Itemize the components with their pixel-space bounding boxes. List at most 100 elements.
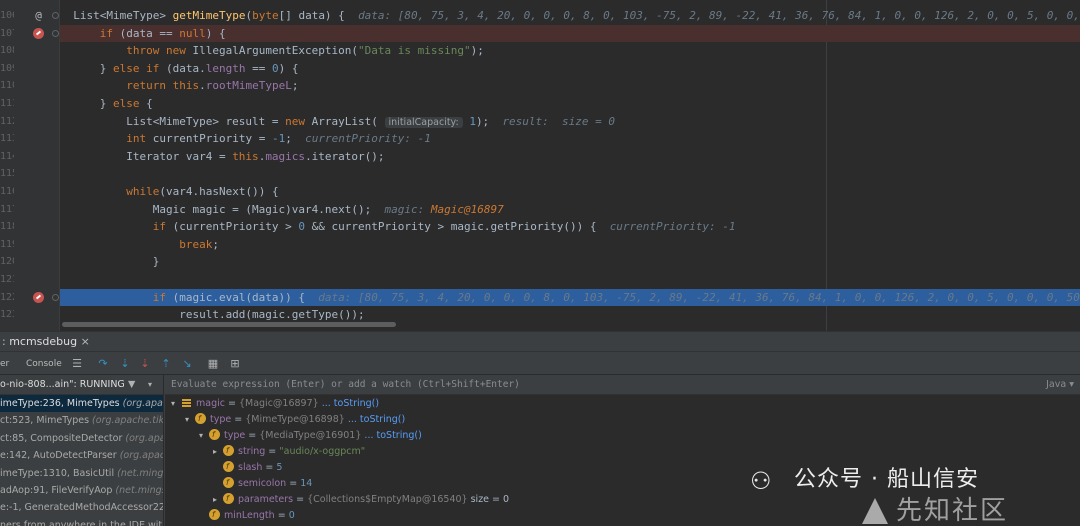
step-into-icon[interactable]: ⇣	[118, 357, 132, 371]
to-string-link[interactable]: ... toString()	[322, 398, 379, 409]
code-line[interactable]: Magic magic = (Magic)var4.next(); magic:…	[60, 201, 1080, 219]
code-token: Magic magic = (Magic)var4.next();	[60, 202, 385, 216]
expand-arrow-icon[interactable]: ▸	[213, 444, 223, 460]
session-name[interactable]: mcmsdebug	[9, 335, 77, 348]
code-token: && currentPriority > magic.getPriority()…	[305, 220, 610, 234]
expand-arrow-icon[interactable]: ▾	[171, 396, 181, 412]
stack-frame[interactable]: ct:523, MimeTypes (org.apache.tika	[0, 412, 163, 429]
gutter-line[interactable]: 109	[0, 60, 60, 78]
gutter-line[interactable]: 120	[0, 253, 60, 271]
gutter-line[interactable]: 112	[0, 113, 60, 131]
thread-selector[interactable]: o-nio-808...ain": RUNNING ▼ ▾	[0, 375, 163, 395]
gutter-line[interactable]: 118	[0, 218, 60, 236]
code-line[interactable]: return this.rootMimeTypeL;	[60, 77, 1080, 95]
dropdown-icon[interactable]: ▾	[148, 375, 152, 395]
restore-layout-icon[interactable]: ⊞	[228, 357, 242, 371]
layout-icon[interactable]: ☰	[70, 357, 84, 371]
line-number: 106	[0, 10, 14, 21]
gutter-line[interactable]: 119	[0, 236, 60, 254]
code-line[interactable]: Iterator var4 = this.magics.iterator();	[60, 148, 1080, 166]
force-step-into-icon[interactable]: ⇣	[138, 357, 152, 371]
variable-row[interactable]: ▾ type = {MediaType@16901} ... toString()	[199, 427, 422, 444]
stack-frame[interactable]: adAop:91, FileVerifyAop (net.mings	[0, 482, 163, 499]
code-line[interactable]	[60, 271, 1080, 289]
gutter-line[interactable]: 123	[0, 306, 60, 324]
variable-row[interactable]: ▸ string = "audio/x-oggpcm"	[213, 443, 366, 460]
to-string-link[interactable]: ... toString()	[348, 414, 405, 425]
gutter-line[interactable]: 116	[0, 183, 60, 201]
code-token: Iterator var4 =	[60, 149, 233, 163]
filter-icon[interactable]: ▼	[128, 375, 135, 395]
frame-class: (org.apa	[122, 398, 163, 409]
fold-icon[interactable]	[52, 12, 59, 19]
stack-frame[interactable]: imeType:1310, BasicUtil (net.mings	[0, 465, 163, 482]
gutter-line[interactable]: 107	[0, 25, 60, 43]
stack-frame[interactable]: imeType:236, MimeTypes (org.apa	[0, 395, 163, 413]
code-token: (magic.eval(data)) {	[165, 290, 319, 304]
stack-frame[interactable]: e:142, AutoDetectParser (org.apach	[0, 447, 163, 464]
gutter-line[interactable]: 108	[0, 42, 60, 60]
frame-class: (org.apach	[119, 450, 163, 462]
stack-frame[interactable]: e:-1, GeneratedMethodAccessor22	[0, 499, 163, 516]
code-line[interactable]: }	[60, 253, 1080, 271]
gutter-line[interactable]: 122	[0, 289, 60, 307]
gutter-line[interactable]: 113	[0, 130, 60, 148]
line-gutter[interactable]: 106 @107 108 109 110 111 112 113 114 115 116 117 118…	[0, 0, 60, 331]
variable-row[interactable]: slash = 5	[213, 459, 282, 476]
code-line[interactable]	[60, 165, 1080, 183]
breakpoint-icon[interactable]	[33, 27, 44, 39]
evaluate-expression-input[interactable]: Evaluate expression (Enter) or add a wat…	[165, 375, 1080, 395]
language-selector[interactable]: Java ▾	[1046, 375, 1074, 395]
step-out-icon[interactable]: ⇡	[159, 357, 173, 371]
current-execution-line[interactable]: if (magic.eval(data)) { data: [80, 75, 3…	[60, 288, 1080, 307]
at-icon[interactable]: @	[33, 10, 44, 21]
gutter-line[interactable]: 110	[0, 77, 60, 95]
run-to-cursor-icon[interactable]: ↘	[180, 357, 194, 371]
code-line[interactable]: } else {	[60, 95, 1080, 113]
breakpoint-line[interactable]: if (data == null) {	[60, 24, 1080, 43]
code-token: }	[60, 97, 113, 110]
code-token: currentPriority =	[152, 132, 272, 146]
to-string-link[interactable]: ... toString()	[364, 430, 421, 441]
evaluate-icon[interactable]: ▦	[206, 357, 220, 371]
code-line[interactable]: int currentPriority = -1; currentPriorit…	[60, 130, 1080, 148]
gutter-line[interactable]: 111	[0, 95, 60, 113]
variable-row[interactable]: minLength = 0	[199, 507, 295, 524]
variable-row[interactable]: semicolon = 14	[213, 475, 312, 492]
code-line[interactable]: break;	[60, 236, 1080, 254]
tab-debugger[interactable]: er	[0, 353, 9, 375]
expand-arrow-icon[interactable]: ▾	[185, 412, 195, 428]
gutter-line[interactable]: 114	[0, 148, 60, 166]
horizontal-scrollbar[interactable]	[62, 322, 396, 327]
breakpoint-icon[interactable]	[33, 291, 44, 303]
variable-row[interactable]: ▾ magic = {Magic@16897} ... toString()	[171, 396, 379, 412]
code-editor[interactable]: 106 @107 108 109 110 111 112 113 114 115 116 117 118…	[0, 0, 1080, 331]
step-over-icon[interactable]: ↷	[96, 357, 110, 371]
code-line[interactable]: if (currentPriority > 0 && currentPriori…	[60, 218, 1080, 236]
frame-method: imeType:236, MimeTypes	[0, 398, 123, 409]
fold-icon[interactable]	[52, 29, 59, 37]
stack-frame[interactable]: ct:85, CompositeDetector (org.apac	[0, 430, 163, 447]
variable-row[interactable]: ▸ parameters = {Collections$EmptyMap@1654…	[213, 491, 509, 508]
gutter-line[interactable]: 117	[0, 201, 60, 219]
code-token: [] data) {	[278, 9, 359, 22]
close-session-icon[interactable]: ×	[77, 335, 90, 348]
code-line[interactable]: while(var4.hasNext()) {	[60, 183, 1080, 201]
tab-console[interactable]: Console	[26, 353, 62, 375]
code-line[interactable]: throw new IllegalArgumentException("Data…	[60, 42, 1080, 60]
gutter-line[interactable]: 106 @	[0, 7, 60, 25]
stack-frame[interactable]: ners from anywhere in the IDE with	[0, 517, 163, 526]
code-line[interactable]: List<MimeType> getMimeType(byte[] data) …	[60, 7, 1080, 25]
frame-method: e:142, AutoDetectParser	[0, 450, 120, 462]
expand-arrow-icon[interactable]: ▾	[199, 428, 209, 444]
gutter-line[interactable]: 121	[0, 271, 60, 289]
code-line[interactable]: List<MimeType> result = new ArrayList( i…	[60, 113, 1080, 131]
variable-value: "audio/x-oggpcm"	[279, 446, 366, 457]
code-token: -1	[271, 132, 286, 146]
fold-icon[interactable]	[52, 293, 59, 301]
line-number: 123	[0, 309, 14, 321]
variable-row[interactable]: ▾ type = {MimeType@16898} ... toString()	[185, 411, 405, 428]
code-line[interactable]: } else if (data.length == 0) {	[60, 60, 1080, 78]
expand-arrow-icon[interactable]: ▸	[213, 492, 223, 508]
gutter-line[interactable]: 115	[0, 165, 60, 183]
